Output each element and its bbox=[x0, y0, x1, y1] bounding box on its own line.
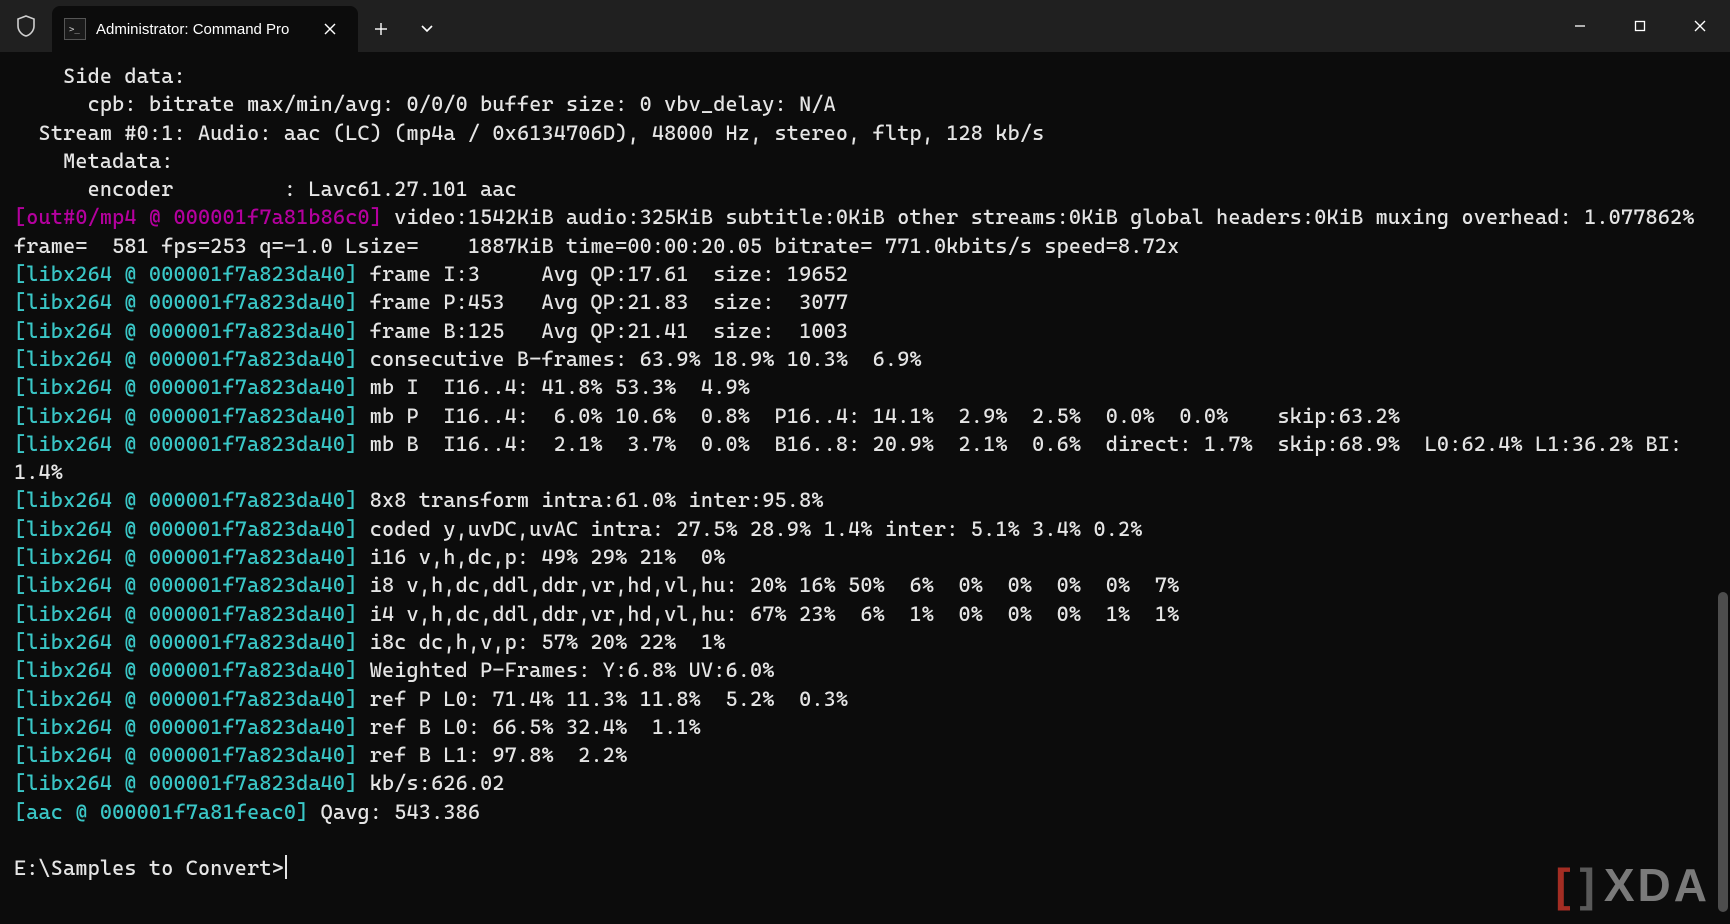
terminal-text: cpb: bitrate max/min/avg: 0/0/0 buffer s… bbox=[14, 92, 836, 116]
terminal-text: 8x8 transform intra:61.0% inter:95.8% bbox=[357, 488, 823, 512]
maximize-button[interactable] bbox=[1610, 0, 1670, 52]
close-tab-button[interactable] bbox=[316, 15, 344, 43]
terminal-text: frame I:3 Avg QP:17.61 size: 19652 bbox=[357, 262, 848, 286]
window-controls bbox=[1550, 0, 1730, 52]
close-window-button[interactable] bbox=[1670, 0, 1730, 52]
minimize-icon bbox=[1574, 20, 1586, 32]
terminal-text: [libx264 @ 000001f7a823da40] bbox=[14, 658, 357, 682]
chevron-down-icon bbox=[420, 24, 434, 34]
terminal-text: encoder : Lavc61.27.101 aac bbox=[14, 177, 517, 201]
terminal-text: Side data: bbox=[14, 64, 186, 88]
terminal-pane[interactable]: Side data: cpb: bitrate max/min/avg: 0/0… bbox=[0, 52, 1730, 924]
terminal-text: [libx264 @ 000001f7a823da40] bbox=[14, 602, 357, 626]
terminal-text: frame P:453 Avg QP:21.83 size: 3077 bbox=[357, 290, 848, 314]
terminal-text: [libx264 @ 000001f7a823da40] bbox=[14, 517, 357, 541]
scrollbar-track[interactable] bbox=[1716, 52, 1730, 924]
terminal-text: video:1542KiB audio:325KiB subtitle:0KiB… bbox=[382, 205, 1695, 229]
terminal-text: ref B L1: 97.8% 2.2% bbox=[357, 743, 627, 767]
terminal-text: [libx264 @ 000001f7a823da40] bbox=[14, 771, 357, 795]
uac-shield-icon bbox=[0, 0, 52, 52]
terminal-text: [libx264 @ 000001f7a823da40] bbox=[14, 687, 357, 711]
minimize-button[interactable] bbox=[1550, 0, 1610, 52]
terminal-text: i8 v,h,dc,ddl,ddr,vr,hd,vl,hu: 20% 16% 5… bbox=[357, 573, 1179, 597]
terminal-text: [libx264 @ 000001f7a823da40] bbox=[14, 290, 357, 314]
maximize-icon bbox=[1634, 20, 1646, 32]
terminal-text: ref B L0: 66.5% 32.4% 1.1% bbox=[357, 715, 700, 739]
terminal-text: [libx264 @ 000001f7a823da40] bbox=[14, 262, 357, 286]
terminal-text: frame= 581 fps=253 q=-1.0 Lsize= 1887KiB… bbox=[14, 234, 1179, 258]
terminal-text: Stream #0:1: Audio: aac (LC) (mp4a / 0x6… bbox=[14, 121, 1044, 145]
active-tab[interactable]: >_ Administrator: Command Pro bbox=[52, 6, 358, 52]
terminal-text: [libx264 @ 000001f7a823da40] bbox=[14, 545, 357, 569]
terminal-text: [out#0/mp4 @ 000001f7a81b86c0] bbox=[14, 205, 382, 229]
terminal-text: [libx264 @ 000001f7a823da40] bbox=[14, 404, 357, 428]
titlebar: >_ Administrator: Command Pro bbox=[0, 0, 1730, 52]
plus-icon bbox=[374, 22, 388, 36]
terminal-text: consecutive B-frames: 63.9% 18.9% 10.3% … bbox=[357, 347, 921, 371]
titlebar-drag-region[interactable] bbox=[450, 0, 1550, 52]
terminal-output[interactable]: Side data: cpb: bitrate max/min/avg: 0/0… bbox=[0, 52, 1716, 924]
close-icon bbox=[1694, 20, 1706, 32]
terminal-text: i8c dc,h,v,p: 57% 20% 22% 1% bbox=[357, 630, 725, 654]
terminal-text: [libx264 @ 000001f7a823da40] bbox=[14, 432, 357, 456]
new-tab-button[interactable] bbox=[358, 6, 404, 52]
terminal-icon: >_ bbox=[64, 18, 86, 40]
terminal-text: Qavg: 543.386 bbox=[308, 800, 480, 824]
terminal-text: [libx264 @ 000001f7a823da40] bbox=[14, 375, 357, 399]
terminal-text: Weighted P-Frames: Y:6.8% UV:6.0% bbox=[357, 658, 774, 682]
svg-text:>_: >_ bbox=[69, 25, 80, 34]
tab-dropdown-button[interactable] bbox=[404, 6, 450, 52]
scrollbar-thumb[interactable] bbox=[1718, 592, 1728, 912]
terminal-text: mb I I16..4: 41.8% 53.3% 4.9% bbox=[357, 375, 750, 399]
terminal-text: [libx264 @ 000001f7a823da40] bbox=[14, 743, 357, 767]
close-icon bbox=[324, 23, 336, 35]
terminal-text: [libx264 @ 000001f7a823da40] bbox=[14, 630, 357, 654]
terminal-text: [libx264 @ 000001f7a823da40] bbox=[14, 319, 357, 343]
terminal-text: [libx264 @ 000001f7a823da40] bbox=[14, 715, 357, 739]
terminal-text: i4 v,h,dc,ddl,ddr,vr,hd,vl,hu: 67% 23% 6… bbox=[357, 602, 1179, 626]
prompt: E:\Samples to Convert> bbox=[14, 856, 284, 880]
terminal-text: mb P I16..4: 6.0% 10.6% 0.8% P16..4: 14.… bbox=[357, 404, 1400, 428]
terminal-text: [libx264 @ 000001f7a823da40] bbox=[14, 573, 357, 597]
terminal-text: coded y,uvDC,uvAC intra: 27.5% 28.9% 1.4… bbox=[357, 517, 1142, 541]
terminal-text: ref P L0: 71.4% 11.3% 11.8% 5.2% 0.3% bbox=[357, 687, 848, 711]
terminal-text: [libx264 @ 000001f7a823da40] bbox=[14, 488, 357, 512]
terminal-text: [aac @ 000001f7a81feac0] bbox=[14, 800, 308, 824]
tab-title: Administrator: Command Pro bbox=[96, 21, 306, 38]
terminal-text: frame B:125 Avg QP:21.41 size: 1003 bbox=[357, 319, 848, 343]
cursor bbox=[285, 855, 287, 879]
terminal-text: Metadata: bbox=[14, 149, 173, 173]
terminal-text: kb/s:626.02 bbox=[357, 771, 504, 795]
terminal-text: [libx264 @ 000001f7a823da40] bbox=[14, 347, 357, 371]
terminal-text: i16 v,h,dc,p: 49% 29% 21% 0% bbox=[357, 545, 725, 569]
